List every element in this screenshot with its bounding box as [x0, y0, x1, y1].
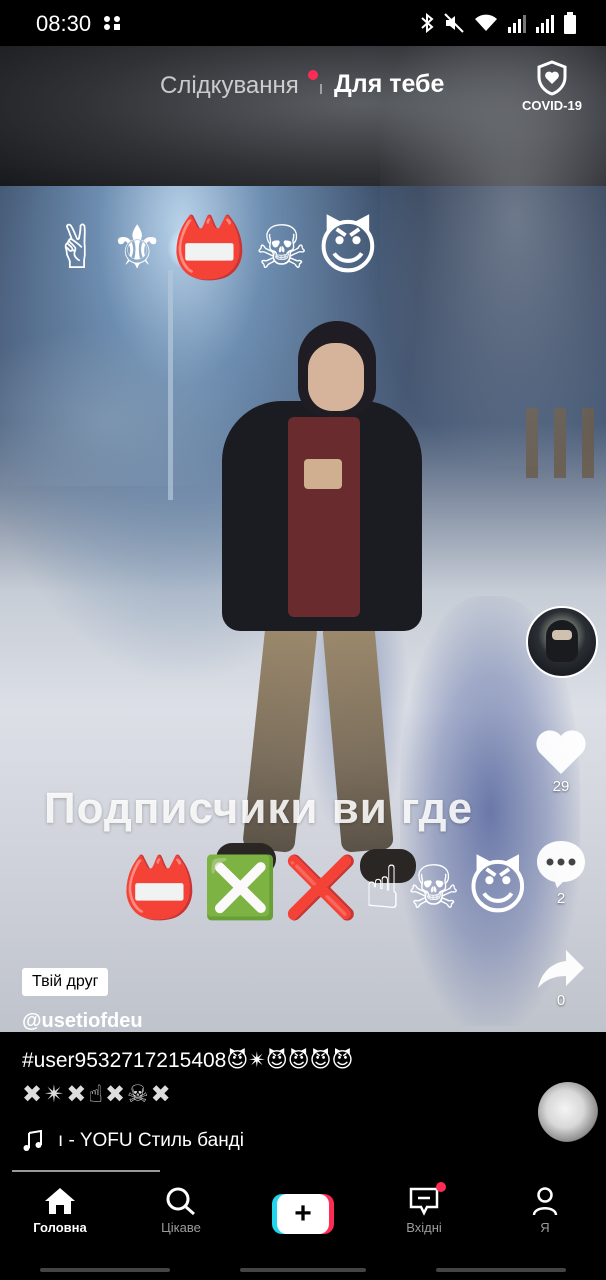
nav-profile[interactable]: Я: [505, 1186, 585, 1235]
bluetooth-icon: [421, 13, 434, 33]
nav-inbox[interactable]: Вхідні: [384, 1182, 464, 1235]
caption-hashtags[interactable]: #user9532717215408😈✴😈😈😈😈: [22, 1048, 522, 1073]
system-nav-segment-left: [40, 1268, 170, 1272]
avatar-face: [552, 630, 572, 640]
comment-count: 2: [556, 890, 566, 907]
inbox-icon: [409, 1187, 439, 1216]
comment-button[interactable]: 2: [530, 838, 592, 907]
light-pole: [168, 270, 173, 500]
nav-inbox-label: Вхідні: [406, 1220, 442, 1235]
skull-crossbones-emoji: ☠: [406, 853, 461, 923]
notification-icon: [104, 16, 120, 30]
create-video-button[interactable]: +: [272, 1194, 334, 1234]
tab-following[interactable]: Слідкування: [160, 72, 299, 100]
share-button[interactable]: 0: [530, 948, 592, 1009]
nav-discover[interactable]: Цікаве: [141, 1186, 221, 1235]
following-notification-dot: [308, 70, 318, 80]
video-player[interactable]: ✌ ⚜ 📛 ☠ 😈 Подписчики ви где 📛 ❎ ❌ ☝ ☠ 😈: [0, 46, 606, 1032]
person-hoodie: [288, 417, 360, 617]
like-button[interactable]: 29: [530, 728, 592, 795]
music-title: ı - YOFU Стиль банді: [58, 1130, 244, 1151]
skull-crossbones-emoji: ☠: [254, 213, 309, 283]
name-badge-emoji: 📛: [122, 853, 197, 923]
covid-button[interactable]: COVID-19: [520, 60, 584, 120]
feed-tabs: Слідкування Для тебе COVID-19: [0, 60, 606, 113]
create-plus-icon: +: [277, 1194, 329, 1234]
bottom-navigation: Головна Цікаве + Вхідні Я: [0, 1172, 606, 1258]
system-nav-segment-right: [436, 1268, 566, 1272]
tab-separator: [320, 84, 322, 94]
emoji-row-bottom: 📛 ❎ ❌ ☝ ☠ 😈: [122, 858, 542, 918]
app-screen: 08:30 ✌ ⚜ 📛 ☠ 😈 Подписчики ви где 📛 ❎ ❌ …: [0, 0, 606, 1280]
pointing-up-emoji: ☝: [364, 853, 401, 923]
system-navigation-bar: [0, 1262, 606, 1280]
share-arrow-icon: [538, 950, 584, 988]
inbox-notification-dot: [436, 1182, 446, 1192]
status-icons: [420, 12, 576, 34]
fleur-de-lis-emoji: ⚜: [110, 213, 165, 283]
search-icon: [166, 1187, 195, 1216]
shield-heart-icon: [537, 60, 567, 96]
music-disc[interactable]: [538, 1082, 598, 1142]
video-overlay-text: Подписчики ви где: [44, 784, 474, 833]
share-count: 0: [556, 992, 566, 1009]
cross-mark-button-emoji: ❎: [202, 853, 278, 923]
angry-devil-emoji: 😈: [466, 853, 530, 923]
person-icon: [532, 1187, 558, 1216]
caption-emoji: ✖✴✖☝✖☠✖: [22, 1080, 173, 1108]
nav-home[interactable]: Головна: [20, 1186, 100, 1235]
like-count: 29: [552, 778, 570, 795]
friend-badge: Твій друг: [22, 968, 109, 996]
status-time: 08:30: [36, 11, 92, 36]
wifi-icon: [475, 14, 497, 31]
creator-avatar[interactable]: [526, 606, 598, 678]
status-bar: 08:30: [0, 0, 606, 46]
music-info[interactable]: ı - YOFU Стиль банді: [22, 1128, 462, 1156]
nav-profile-label: Я: [540, 1220, 550, 1235]
person-face: [308, 343, 364, 411]
victory-hand-emoji: ✌: [52, 213, 103, 283]
name-badge-emoji: 📛: [172, 213, 247, 283]
comment-bubble-icon: [537, 841, 585, 888]
signal-icon: [508, 15, 526, 33]
nav-home-label: Головна: [33, 1220, 87, 1235]
signal-icon-2: [536, 15, 554, 33]
emoji-row-top: ✌ ⚜ 📛 ☠ 😈: [52, 218, 442, 278]
battery-icon: [564, 12, 576, 34]
system-nav-segment-center: [240, 1268, 366, 1272]
hoodie-print: [304, 459, 342, 489]
tab-for-you[interactable]: Для тебе: [334, 70, 444, 99]
music-note-icon: [23, 1130, 42, 1151]
angry-devil-emoji: 😈: [316, 213, 380, 283]
nav-discover-label: Цікаве: [161, 1220, 201, 1235]
heart-icon: [536, 730, 586, 774]
avatar-figure: [546, 620, 578, 662]
mute-icon: [444, 13, 464, 33]
creator-username[interactable]: @usetiofdeu: [22, 1010, 143, 1033]
covid-label: COVID-19: [522, 98, 582, 113]
cross-mark-emoji: ❌: [283, 853, 359, 923]
home-icon: [45, 1188, 75, 1214]
